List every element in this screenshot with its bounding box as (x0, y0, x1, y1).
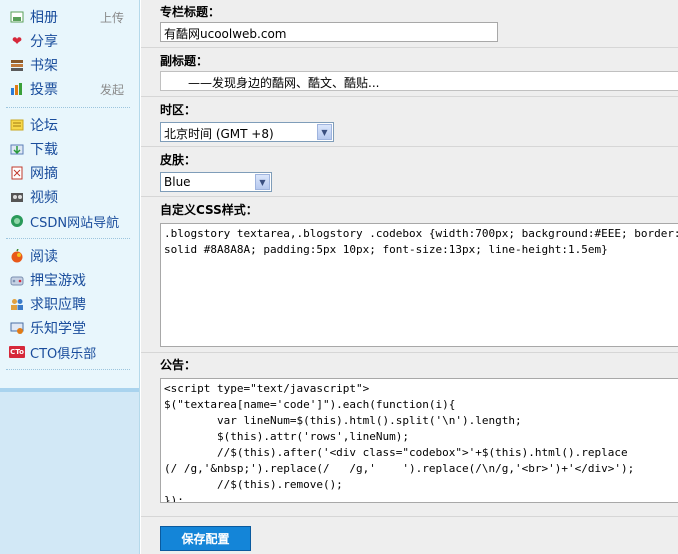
sidebar-item-csdn-nav[interactable]: CSDN网站导航 (0, 209, 140, 233)
column-title-input[interactable]: 有酷网ucoolweb.com (160, 22, 498, 42)
row-separator (141, 146, 678, 147)
column-title-label: 专栏标题： (160, 5, 221, 19)
sidebar-separator (6, 238, 130, 239)
subtitle-label: 副标题： (160, 54, 209, 68)
row-separator (141, 516, 678, 517)
row-separator (141, 47, 678, 48)
upload-link[interactable]: 上传 (100, 9, 124, 26)
globe-icon (9, 213, 25, 229)
timezone-select[interactable]: 北京时间 (GMT +8) ▼ (160, 122, 334, 142)
study-icon (9, 320, 25, 336)
apple-icon (9, 248, 25, 264)
sidebar-item-label: 投票 (30, 82, 58, 98)
skin-selected-value: Blue (164, 175, 191, 189)
notice-label: 公告： (160, 358, 197, 372)
custom-css-label: 自定义CSS样式： (160, 203, 258, 217)
sidebar: 相册 上传 ❤ 分享 书架 投票 发起 论坛 下载 网摘 视频 CSDN网站导航… (0, 0, 140, 554)
chevron-down-icon[interactable]: ▼ (317, 124, 332, 140)
sidebar-item-video[interactable]: 视频 (0, 185, 140, 209)
sidebar-item-vote[interactable]: 投票 发起 (0, 77, 140, 101)
photo-icon (9, 9, 25, 25)
sidebar-item-bookshelf[interactable]: 书架 (0, 53, 140, 77)
sidebar-item-label: CTO俱乐部 (30, 346, 97, 362)
nav-group-services: 阅读 押宝游戏 求职应聘 乐知学堂 CTo CTO俱乐部 (0, 244, 140, 364)
people-icon (9, 296, 25, 312)
bookshelf-icon (9, 57, 25, 73)
settings-form: 专栏标题： 有酷网ucoolweb.com 副标题： ——发现身边的酷网、酷文、… (141, 0, 678, 554)
sidebar-item-share[interactable]: ❤ 分享 (0, 29, 140, 53)
subtitle-input[interactable]: ——发现身边的酷网、酷文、酷贴... (160, 71, 678, 91)
sidebar-separator (6, 107, 130, 108)
sidebar-item-label: 论坛 (30, 118, 58, 134)
sidebar-item-reading[interactable]: 阅读 (0, 244, 140, 268)
sidebar-item-bookmark[interactable]: 网摘 (0, 161, 140, 185)
row-separator (141, 352, 678, 353)
notice-textarea[interactable]: <script type="text/javascript"> $("texta… (160, 378, 678, 503)
sidebar-item-download[interactable]: 下载 (0, 137, 140, 161)
download-icon (9, 141, 25, 157)
game-icon (9, 272, 25, 288)
sidebar-separator (6, 369, 130, 370)
sidebar-item-cto-club[interactable]: CTo CTO俱乐部 (0, 340, 140, 364)
sidebar-item-label: 相册 (30, 10, 58, 26)
timezone-selected-value: 北京时间 (GMT +8) (164, 127, 274, 141)
heart-icon: ❤ (11, 34, 23, 48)
custom-css-textarea[interactable]: .blogstory textarea,.blogstory .codebox … (160, 223, 678, 347)
sidebar-item-study[interactable]: 乐知学堂 (0, 316, 140, 340)
sidebar-item-label: 押宝游戏 (30, 273, 86, 289)
sidebar-item-label: 视频 (30, 190, 58, 206)
nav-group-personal: 相册 上传 ❤ 分享 书架 投票 发起 (0, 5, 140, 101)
sidebar-item-game[interactable]: 押宝游戏 (0, 268, 140, 292)
skin-label: 皮肤： (160, 153, 197, 167)
sidebar-item-label: 乐知学堂 (30, 321, 86, 337)
sidebar-item-label: 书架 (30, 58, 58, 74)
chevron-down-icon[interactable]: ▼ (255, 174, 270, 190)
sidebar-item-label: 网摘 (30, 166, 58, 182)
film-icon (9, 189, 25, 205)
sidebar-item-label: CSDN网站导航 (30, 215, 120, 231)
forum-icon (9, 117, 25, 133)
sidebar-item-label: 求职应聘 (30, 297, 86, 313)
row-separator (141, 96, 678, 97)
skin-select[interactable]: Blue ▼ (160, 172, 272, 192)
row-separator (141, 196, 678, 197)
bar-chart-icon (9, 81, 25, 97)
sidebar-item-label: 阅读 (30, 249, 58, 265)
sidebar-item-label: 下载 (30, 142, 58, 158)
timezone-label: 时区： (160, 103, 197, 117)
sidebar-item-forum[interactable]: 论坛 (0, 113, 140, 137)
sidebar-empty-area (0, 392, 139, 554)
sidebar-item-album[interactable]: 相册 上传 (0, 5, 140, 29)
sidebar-item-label: 分享 (30, 34, 58, 50)
nav-group-community: 论坛 下载 网摘 视频 CSDN网站导航 (0, 113, 140, 233)
save-button[interactable]: 保存配置 (160, 526, 251, 551)
cto-icon: CTo (9, 346, 25, 358)
bookmark-icon (9, 165, 25, 181)
create-vote-link[interactable]: 发起 (100, 81, 124, 98)
sidebar-item-jobs[interactable]: 求职应聘 (0, 292, 140, 316)
